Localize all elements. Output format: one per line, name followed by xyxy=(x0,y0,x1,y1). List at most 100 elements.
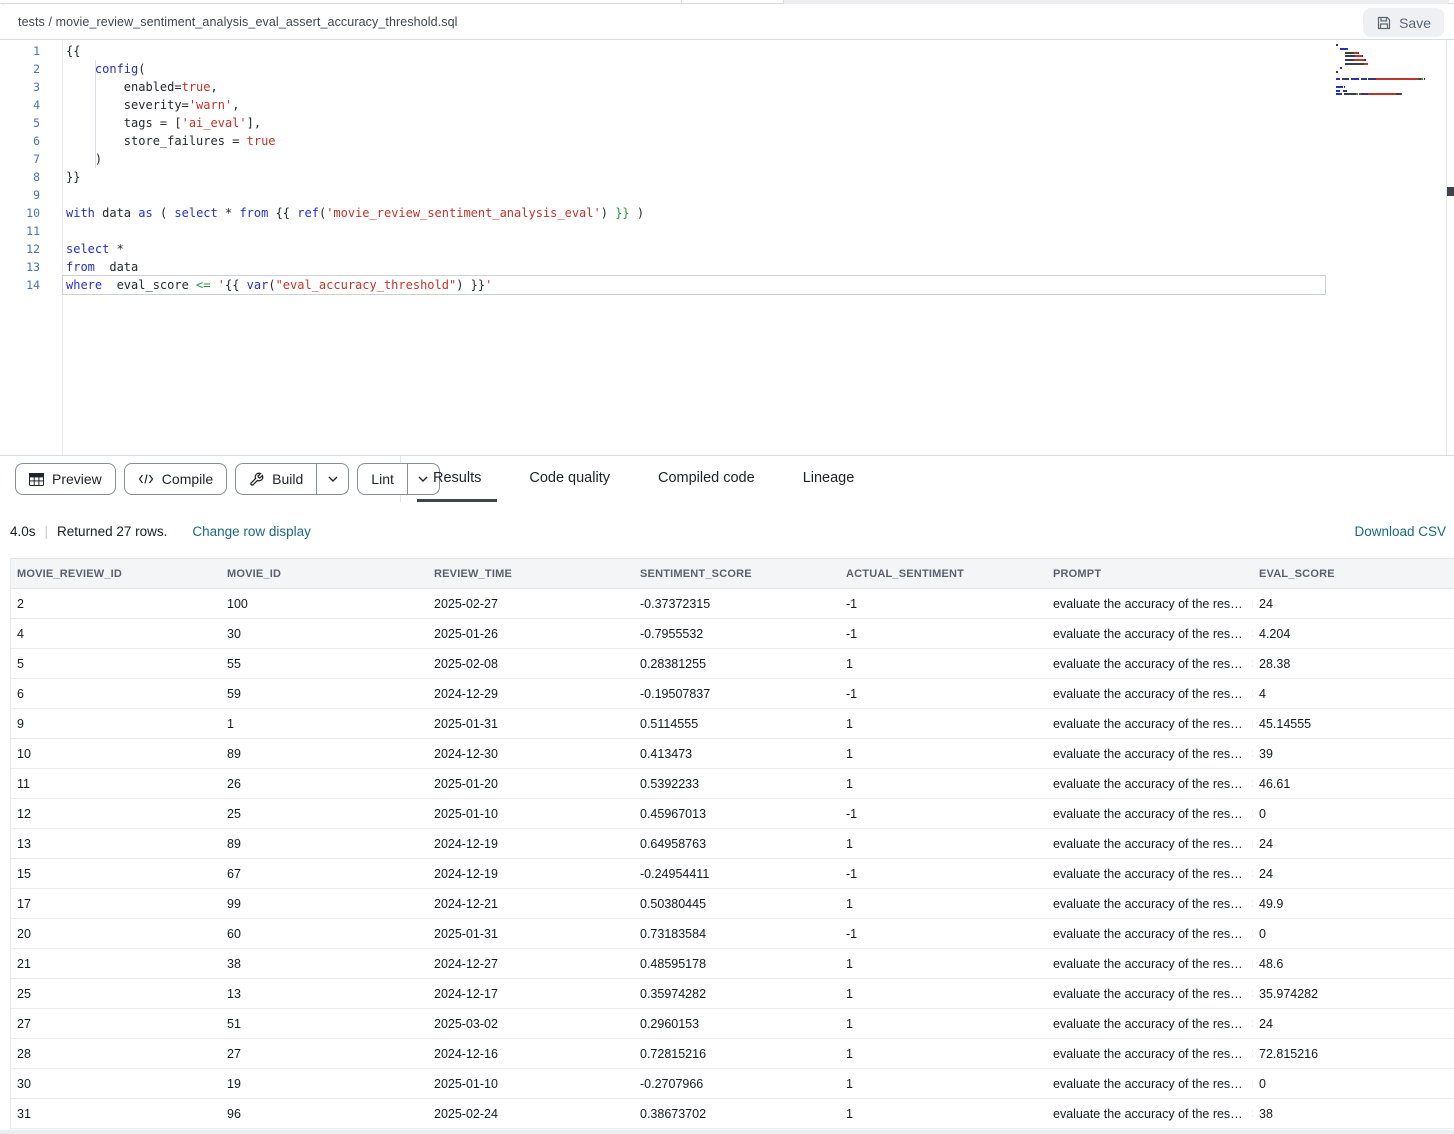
code-line-1: 1{{ xyxy=(0,42,644,60)
tab-code-quality[interactable]: Code quality xyxy=(513,456,626,502)
tab-lineage[interactable]: Lineage xyxy=(787,456,871,502)
minimap-line xyxy=(1336,93,1440,95)
table-row: 10892024-12-300.4134731evaluate the accu… xyxy=(11,739,1454,769)
horizontal-scrollbar-track[interactable] xyxy=(0,1130,1454,1134)
cell-sentiment-score: 0.64958763 xyxy=(634,837,840,851)
tab-compiled-code-label: Compiled code xyxy=(658,470,755,486)
cell-movie-review-id: 13 xyxy=(11,837,221,851)
cell-prompt: evaluate the accuracy of the res… xyxy=(1047,747,1253,761)
cell-sentiment-score: -0.7955532 xyxy=(634,627,840,641)
save-button[interactable]: Save xyxy=(1363,8,1444,37)
cell-prompt: evaluate the accuracy of the res… xyxy=(1047,927,1253,941)
prompt-preview-text: evaluate the accuracy of the res… xyxy=(1053,1077,1243,1091)
cell-review-time: 2025-01-31 xyxy=(428,717,634,731)
tab-compiled-code[interactable]: Compiled code xyxy=(642,456,771,502)
line-number: 13 xyxy=(0,258,40,276)
cell-review-time: 2025-02-08 xyxy=(428,657,634,671)
tab-strip-empty xyxy=(783,0,1449,4)
tab-results-label: Results xyxy=(433,470,481,486)
cell-prompt: evaluate the accuracy of the res… xyxy=(1047,1017,1253,1031)
cell-movie-id: 96 xyxy=(221,1107,428,1121)
cell-movie-review-id: 21 xyxy=(11,957,221,971)
cell-actual-sentiment: 1 xyxy=(840,777,1047,791)
editor-right-border xyxy=(1446,40,1447,455)
table-row: 30192025-01-10-0.27079661evaluate the ac… xyxy=(11,1069,1454,1099)
save-label: Save xyxy=(1399,15,1431,31)
cell-sentiment-score: 0.413473 xyxy=(634,747,840,761)
cell-actual-sentiment: -1 xyxy=(840,687,1047,701)
cell-actual-sentiment: -1 xyxy=(840,597,1047,611)
code-editor[interactable]: 1{{2 config(3 enabled=true,4 severity='w… xyxy=(0,40,1454,455)
table-row: 6592024-12-29-0.19507837-1evaluate the a… xyxy=(11,679,1454,709)
cell-movie-review-id: 2 xyxy=(11,597,221,611)
cell-movie-review-id: 5 xyxy=(11,657,221,671)
prompt-preview-text: evaluate the accuracy of the res… xyxy=(1053,747,1243,761)
minimap-line xyxy=(1336,48,1440,50)
cell-actual-sentiment: -1 xyxy=(840,927,1047,941)
compile-button[interactable]: Compile xyxy=(124,463,227,495)
cell-actual-sentiment: 1 xyxy=(840,747,1047,761)
minimap-line xyxy=(1336,59,1440,61)
cell-sentiment-score: 0.5392233 xyxy=(634,777,840,791)
tab-lineage-label: Lineage xyxy=(803,470,855,486)
column-header-eval-score: EVAL_SCORE xyxy=(1253,568,1454,580)
cell-review-time: 2025-02-27 xyxy=(428,597,634,611)
table-row: 11262025-01-200.53922331evaluate the acc… xyxy=(11,769,1454,799)
cell-eval-score: 0 xyxy=(1253,927,1454,941)
cell-sentiment-score: 0.48595178 xyxy=(634,957,840,971)
prompt-preview-text: evaluate the accuracy of the res… xyxy=(1053,1017,1243,1031)
code-line-7: 7 ) xyxy=(0,150,644,168)
command-buttons: Preview Compile Build L xyxy=(15,463,440,495)
column-header-movie-review-id: MOVIE_REVIEW_ID xyxy=(11,568,221,580)
preview-button[interactable]: Preview xyxy=(15,463,116,495)
cell-review-time: 2024-12-27 xyxy=(428,957,634,971)
build-button[interactable]: Build xyxy=(235,463,349,495)
download-csv-link[interactable]: Download CSV xyxy=(1354,524,1446,539)
scrollbar-thumb[interactable] xyxy=(1447,187,1454,196)
cell-movie-review-id: 6 xyxy=(11,687,221,701)
cell-movie-review-id: 20 xyxy=(11,927,221,941)
build-label: Build xyxy=(272,471,303,487)
cell-eval-score: 4 xyxy=(1253,687,1454,701)
cell-movie-review-id: 28 xyxy=(11,1047,221,1061)
minimap[interactable] xyxy=(1336,44,1440,97)
cell-review-time: 2024-12-21 xyxy=(428,897,634,911)
cell-review-time: 2024-12-17 xyxy=(428,987,634,1001)
line-number: 6 xyxy=(0,132,40,150)
cell-movie-review-id: 27 xyxy=(11,1017,221,1031)
cell-review-time: 2024-12-30 xyxy=(428,747,634,761)
table-row: 17992024-12-210.503804451evaluate the ac… xyxy=(11,889,1454,919)
cell-review-time: 2025-02-24 xyxy=(428,1107,634,1121)
cell-prompt: evaluate the accuracy of the res… xyxy=(1047,867,1253,881)
query-status: 4.0s | Returned 27 rows. Change row disp… xyxy=(10,524,311,539)
prompt-preview-text: evaluate the accuracy of the res… xyxy=(1053,597,1243,611)
results-tabs: Results Code quality Compiled code Linea… xyxy=(401,456,870,502)
cell-actual-sentiment: 1 xyxy=(840,1017,1047,1031)
cell-review-time: 2025-01-10 xyxy=(428,807,634,821)
tab-code-quality-label: Code quality xyxy=(529,470,610,486)
line-number: 8 xyxy=(0,168,40,186)
tab-results[interactable]: Results xyxy=(417,456,497,502)
prompt-preview-text: evaluate the accuracy of the res… xyxy=(1053,867,1243,881)
prompt-preview-text: evaluate the accuracy of the res… xyxy=(1053,657,1243,671)
change-row-display-link[interactable]: Change row display xyxy=(192,524,311,539)
minimap-line xyxy=(1336,71,1440,73)
build-dropdown-toggle[interactable] xyxy=(316,464,348,494)
prompt-preview-text: evaluate the accuracy of the res… xyxy=(1053,927,1243,941)
rows-returned: Returned 27 rows. xyxy=(57,524,167,539)
cell-eval-score: 24 xyxy=(1253,837,1454,851)
cell-review-time: 2025-01-10 xyxy=(428,1077,634,1091)
cell-movie-id: 59 xyxy=(221,687,428,701)
cell-eval-score: 4.204 xyxy=(1253,627,1454,641)
cell-prompt: evaluate the accuracy of the res… xyxy=(1047,777,1253,791)
code-line-14: 14where eval_score <= '{{ var("eval_accu… xyxy=(0,276,644,294)
cell-prompt: evaluate the accuracy of the res… xyxy=(1047,597,1253,611)
prompt-preview-text: evaluate the accuracy of the res… xyxy=(1053,687,1243,701)
cell-movie-id: 55 xyxy=(221,657,428,671)
cell-sentiment-score: 0.45967013 xyxy=(634,807,840,821)
cell-prompt: evaluate the accuracy of the res… xyxy=(1047,657,1253,671)
cell-prompt: evaluate the accuracy of the res… xyxy=(1047,717,1253,731)
line-number: 11 xyxy=(0,222,40,240)
cell-movie-review-id: 17 xyxy=(11,897,221,911)
column-header-prompt: PROMPT xyxy=(1047,568,1253,580)
